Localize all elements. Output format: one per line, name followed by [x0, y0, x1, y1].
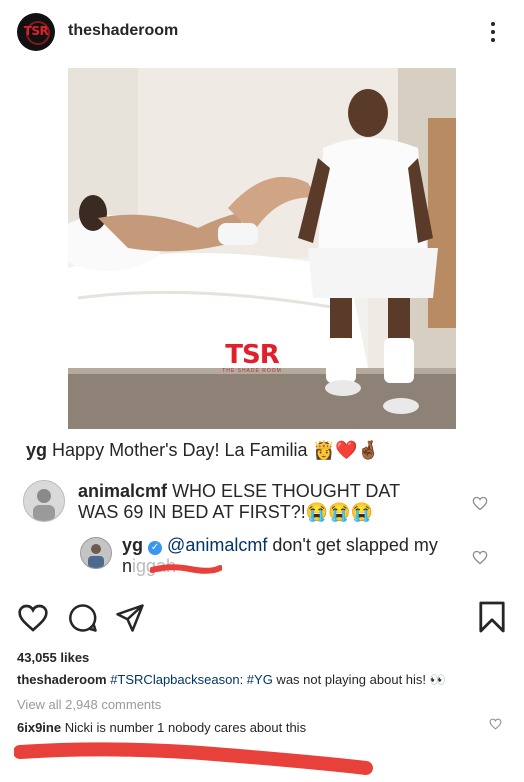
watermark-logo: TSR — [225, 340, 279, 370]
hashtag-link[interactable]: #TSRClapbackseason — [110, 672, 239, 687]
caption-user[interactable]: yg — [26, 440, 47, 460]
preview-comment-heart-icon[interactable] — [489, 718, 502, 730]
profile-avatar[interactable]: TSR — [17, 13, 55, 51]
verified-badge-icon: ✓ — [148, 541, 163, 555]
comment-like-heart-icon[interactable] — [472, 496, 488, 511]
watermark-subtitle: THE SHADE ROOM — [222, 368, 282, 374]
preview-comment-text: Nicki is number 1 nobody cares about thi… — [64, 720, 307, 735]
photo-illustration — [68, 68, 456, 429]
preview-comment-user[interactable]: 6ix9ine — [17, 720, 61, 735]
avatar-logo-text: TSR — [23, 24, 49, 38]
comment-user[interactable]: animalcmf — [78, 481, 167, 501]
reply-like-heart-icon[interactable] — [472, 550, 488, 565]
avatar-photo — [24, 481, 64, 521]
post-header: TSR theshaderoom — [0, 0, 524, 62]
description-text: was not playing about his! — [272, 672, 427, 687]
description-separator: : — [239, 672, 247, 687]
watermark: TSR THE SHADE ROOM — [207, 340, 297, 374]
description-emoji: 👀 — [429, 672, 446, 687]
post-username[interactable]: theshaderoom — [68, 22, 178, 40]
post-image[interactable]: TSR THE SHADE ROOM — [68, 68, 456, 429]
reply-avatar[interactable] — [80, 537, 112, 569]
reply-user[interactable]: yg — [122, 535, 143, 555]
hashtag-link[interactable]: #YG — [247, 672, 273, 687]
comment-text: animalcmf WHO ELSE THOUGHT DAT WAS 69 IN… — [78, 481, 418, 523]
comment-avatar[interactable] — [23, 480, 65, 522]
heart-icon[interactable] — [17, 603, 49, 633]
image-caption: yg Happy Mother's Day! La Familia 👸❤️🤞🏾 — [26, 440, 380, 461]
view-all-comments-link[interactable]: View all 2,948 comments — [17, 697, 161, 712]
like-count[interactable]: 43,055 likes — [17, 650, 89, 665]
caption-text: Happy Mother's Day! La Familia — [52, 440, 308, 460]
more-options-icon[interactable] — [484, 18, 502, 46]
avatar-photo — [81, 538, 111, 568]
description-user[interactable]: theshaderoom — [17, 672, 107, 687]
underline-scribble — [14, 742, 373, 775]
caption-emojis: 👸❤️🤞🏾 — [312, 440, 380, 460]
comment-icon[interactable] — [68, 603, 98, 633]
post-description: theshaderoom #TSRClapbackseason: #YG was… — [17, 672, 446, 688]
bookmark-icon[interactable] — [478, 600, 506, 634]
redaction-scribble — [150, 564, 222, 574]
reply-mention[interactable]: @animalcmf — [167, 535, 267, 555]
preview-comment: 6ix9ine Nicki is number 1 nobody cares a… — [17, 720, 306, 735]
comment-emojis: 😭😭😭 — [305, 502, 373, 522]
share-icon[interactable] — [115, 603, 145, 633]
